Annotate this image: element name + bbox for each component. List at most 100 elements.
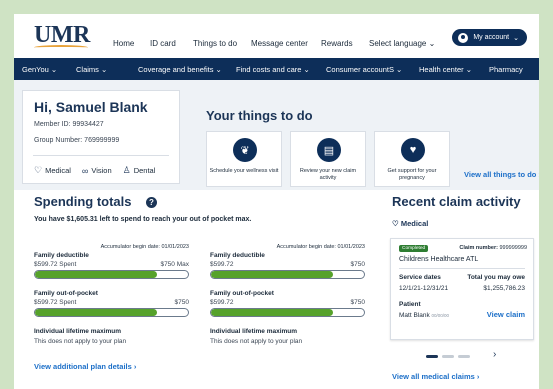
service-dates-value: 12/1/21-12/31/21 bbox=[399, 285, 449, 292]
deductible-spent: $599.72 bbox=[210, 261, 234, 268]
progress-fill bbox=[211, 309, 334, 316]
nav-pharmacy[interactable]: Pharmacy bbox=[489, 65, 523, 74]
coverage-dental[interactable]: ♙ Dental bbox=[123, 165, 156, 176]
oop-max: $750 bbox=[350, 299, 365, 306]
claim-card: Completed Claim number: 999999999 Childr… bbox=[390, 238, 534, 340]
nav-link-message-center[interactable]: Message center bbox=[251, 39, 308, 48]
heart-hands-icon: ♥ bbox=[401, 138, 425, 162]
lifetime-text: This does not apply to your plan bbox=[34, 338, 127, 345]
coverage-medical[interactable]: ♡ Medical bbox=[34, 165, 71, 176]
oop-spent: $599.72 bbox=[210, 299, 234, 306]
patient-name: Matt Blank 00/00/00 bbox=[399, 312, 449, 319]
nav-health-center-label: Health center bbox=[419, 65, 464, 74]
nav-link-id-card[interactable]: ID card bbox=[150, 39, 176, 48]
chevron-down-icon: ⌄ bbox=[513, 34, 519, 42]
nav-coverage[interactable]: Coverage and benefits ⌄ bbox=[138, 65, 222, 74]
carousel-dot[interactable] bbox=[426, 355, 438, 358]
deductible-progress-bar bbox=[210, 270, 365, 279]
my-account-button[interactable]: My account ⌄ bbox=[452, 29, 527, 46]
clipboard-icon: ▤ bbox=[317, 138, 341, 162]
nav-genyou[interactable]: GenYou ⌄ bbox=[22, 65, 57, 74]
claim-number: Claim number: 999999999 bbox=[459, 245, 527, 251]
wellness-icon: ❦ bbox=[233, 138, 257, 162]
spending-subtitle: You have $1,605.31 left to spend to reac… bbox=[34, 216, 252, 223]
view-all-things-link[interactable]: View all things to do › bbox=[464, 170, 539, 179]
progress-fill bbox=[211, 271, 334, 278]
top-bar: UMR Home ID card Things to do Message ce… bbox=[14, 14, 539, 56]
member-id: Member ID: 99934427 bbox=[34, 121, 104, 128]
nav-consumer-accounts[interactable]: Consumer accountS ⌄ bbox=[326, 65, 402, 74]
nav-link-things-to-do[interactable]: Things to do bbox=[193, 39, 237, 48]
claims-category: ♡ Medical bbox=[392, 219, 428, 228]
view-all-claims-link[interactable]: View all medical claims › bbox=[392, 372, 479, 381]
profile-card: Hi, Samuel Blank Member ID: 99934427 Gro… bbox=[22, 90, 180, 184]
chevron-right-icon: › bbox=[538, 170, 539, 179]
user-icon bbox=[458, 32, 469, 43]
todo-card-pregnancy[interactable]: ♥ Get support for your pregnancy bbox=[374, 131, 450, 187]
nav-link-home[interactable]: Home bbox=[113, 39, 134, 48]
logo-swoosh bbox=[34, 45, 88, 50]
coverage-tabs: ♡ Medical ∞ Vision ♙ Dental bbox=[34, 165, 166, 176]
todo-card-wellness[interactable]: ❦ Schedule your wellness visit bbox=[206, 131, 282, 187]
nav-claims-label: Claims bbox=[76, 65, 99, 74]
carousel-dot[interactable] bbox=[458, 355, 470, 358]
view-plan-details-link[interactable]: View additional plan details › bbox=[34, 362, 136, 371]
carousel-dot[interactable] bbox=[442, 355, 454, 358]
coverage-vision[interactable]: ∞ Vision bbox=[82, 165, 112, 176]
nav-find-costs-label: Find costs and care bbox=[236, 65, 302, 74]
coverage-vision-label: Vision bbox=[91, 166, 112, 175]
oop-max: $750 bbox=[174, 299, 189, 306]
carousel-dots bbox=[426, 355, 474, 358]
lifetime-text: This does not apply to your plan bbox=[210, 338, 303, 345]
heart-icon: ♡ bbox=[392, 219, 399, 228]
language-select[interactable]: Select language ⌄ bbox=[369, 39, 435, 48]
owe-label: Total you may owe bbox=[467, 274, 525, 281]
nav-link-rewards[interactable]: Rewards bbox=[321, 39, 353, 48]
patient-dob: 00/00/00 bbox=[431, 313, 450, 318]
todo-card-label: Review your new claim activity bbox=[299, 168, 357, 181]
owe-value: $1,255,786.23 bbox=[483, 285, 525, 292]
view-plan-details-label: View additional plan details bbox=[34, 362, 132, 371]
claims-title: Recent claim activity bbox=[392, 194, 521, 209]
greeting: Hi, Samuel Blank bbox=[34, 99, 148, 115]
lifetime-label: Individual lifetime maximum bbox=[34, 328, 122, 335]
divider bbox=[399, 268, 525, 269]
deductible-progress-bar bbox=[34, 270, 189, 279]
nav-health-center[interactable]: Health center ⌄ bbox=[419, 65, 472, 74]
claim-number-value: 999999999 bbox=[499, 245, 527, 251]
nav-claims[interactable]: Claims ⌄ bbox=[76, 65, 107, 74]
progress-fill bbox=[35, 309, 158, 316]
my-account-label: My account bbox=[473, 34, 510, 41]
provider-name: Childrens Healthcare ATL bbox=[399, 256, 479, 263]
spending-title: Spending totals bbox=[34, 194, 132, 209]
deductible-label: Family deductible bbox=[210, 252, 265, 259]
oop-progress-bar bbox=[210, 308, 365, 317]
divider bbox=[33, 155, 169, 156]
service-dates-label: Service dates bbox=[399, 274, 441, 281]
claims-category-label: Medical bbox=[400, 219, 429, 228]
language-select-label: Select language bbox=[369, 39, 427, 48]
view-claim-link[interactable]: View claim bbox=[487, 310, 525, 319]
progress-fill bbox=[35, 271, 158, 278]
patient-name-value: Matt Blank bbox=[399, 312, 430, 319]
glasses-icon: ∞ bbox=[81, 165, 89, 176]
coverage-medical-label: Medical bbox=[45, 166, 71, 175]
deductible-spent: $599.72 Spent bbox=[34, 261, 77, 268]
chevron-down-icon: ⌄ bbox=[428, 39, 436, 48]
chevron-right-icon[interactable]: › bbox=[493, 349, 496, 360]
main-nav: GenYou ⌄ Claims ⌄ Coverage and benefits … bbox=[14, 58, 539, 80]
todo-card-label: Schedule your wellness visit bbox=[209, 168, 279, 174]
nav-find-costs[interactable]: Find costs and care ⌄ bbox=[236, 65, 310, 74]
claim-number-label: Claim number: bbox=[459, 245, 498, 251]
patient-label: Patient bbox=[399, 301, 421, 308]
nav-genyou-label: GenYou bbox=[22, 65, 49, 74]
accumulator-date: Accumulator begin date: 01/01/2023 bbox=[276, 244, 365, 250]
things-to-do-title: Your things to do bbox=[206, 108, 313, 123]
oop-progress-bar bbox=[34, 308, 189, 317]
tooth-icon: ♙ bbox=[122, 165, 131, 175]
todo-card-claim[interactable]: ▤ Review your new claim activity bbox=[290, 131, 366, 187]
page: UMR Home ID card Things to do Message ce… bbox=[14, 14, 539, 389]
status-badge: Completed bbox=[399, 245, 429, 252]
nav-coverage-label: Coverage and benefits bbox=[138, 65, 214, 74]
help-icon[interactable]: ? bbox=[146, 197, 157, 208]
